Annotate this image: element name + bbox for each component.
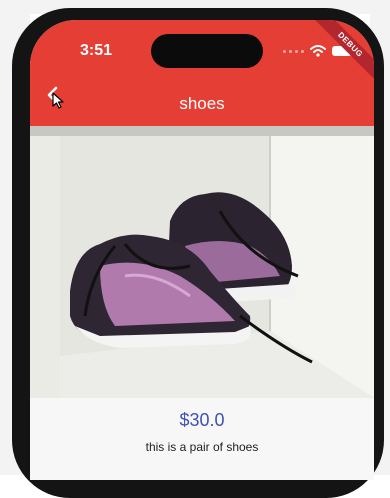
product-image	[30, 126, 374, 398]
wifi-icon	[310, 45, 326, 57]
product-price: $30.0	[179, 410, 225, 430]
page-title: shoes	[179, 94, 225, 113]
phone-screen: 3:51 DEBUG shoes $30.0 this is a pair of…	[30, 20, 374, 480]
product-description: this is a pair of shoes	[145, 440, 259, 454]
dynamic-island	[151, 34, 263, 68]
app-bar: 3:51 DEBUG shoes	[30, 20, 374, 126]
mouse-pointer-icon	[52, 92, 64, 109]
signal-icon	[283, 49, 304, 53]
status-time: 3:51	[80, 42, 113, 59]
